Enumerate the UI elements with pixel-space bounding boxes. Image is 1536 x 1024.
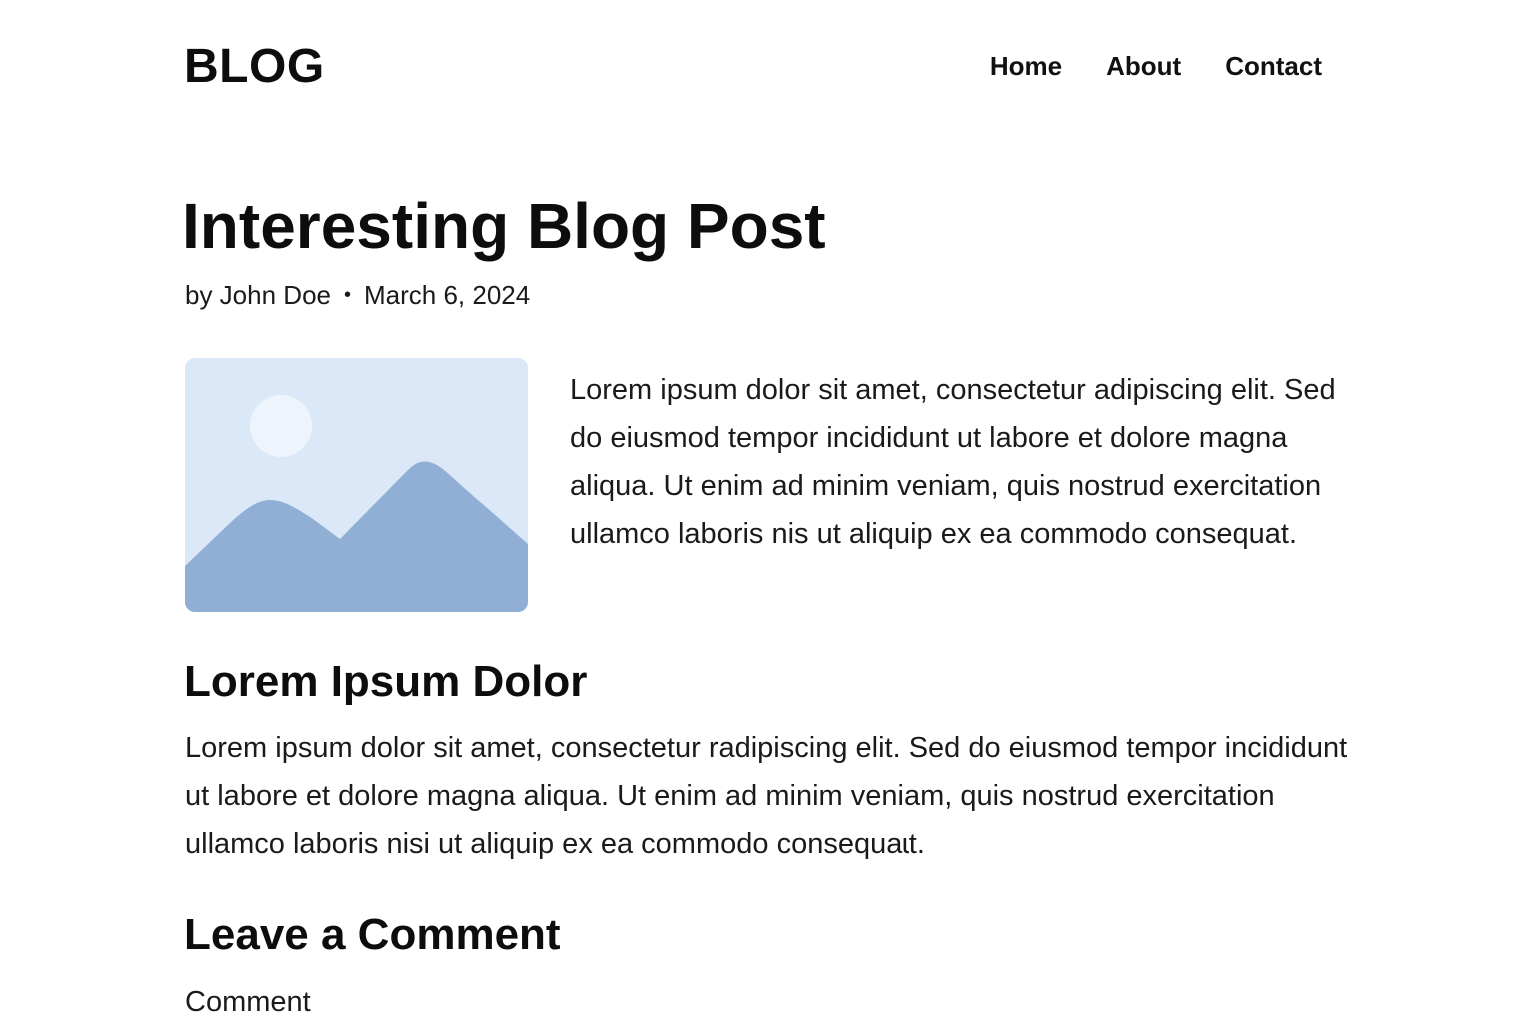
- main-nav: Home About Contact: [990, 48, 1322, 84]
- post-author: by John Doe: [185, 280, 331, 310]
- blog-page: BLOG Home About Contact Interesting Blog…: [0, 0, 1536, 1024]
- post-meta: by John Doe • March 6, 2024: [185, 278, 530, 312]
- nav-link-contact[interactable]: Contact: [1225, 48, 1322, 84]
- meta-separator: •: [343, 284, 351, 306]
- post-date: March 6, 2024: [364, 280, 531, 310]
- comment-heading: Leave a Comment: [184, 910, 561, 959]
- comment-field-label: Comment: [185, 986, 311, 1018]
- nav-link-home[interactable]: Home: [990, 48, 1062, 84]
- post-intro: Lorem ipsum dolor sit amet, consectetur …: [570, 374, 1336, 550]
- section-body: Lorem ipsum dolor sit amet, consectetur …: [185, 732, 1348, 860]
- nav-link-about[interactable]: About: [1106, 48, 1181, 84]
- post-title: Interesting Blog Post: [182, 190, 826, 262]
- site-logo[interactable]: BLOG: [184, 40, 325, 94]
- sun-shape: [250, 395, 312, 457]
- section-heading: Lorem Ipsum Dolor: [184, 657, 588, 706]
- image-placeholder-icon: [185, 358, 528, 612]
